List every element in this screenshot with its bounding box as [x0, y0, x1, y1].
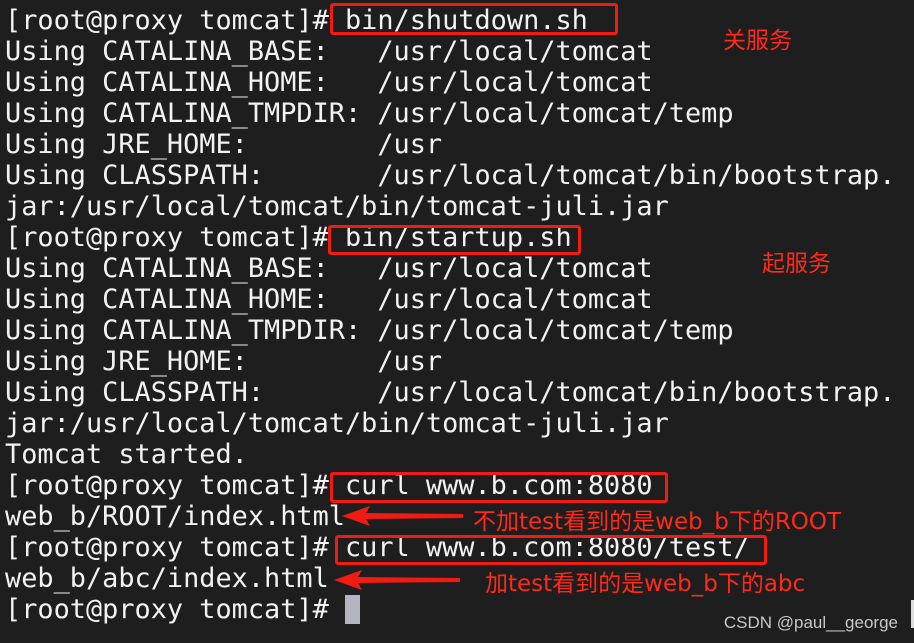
terminal-line: jar:/usr/local/tomcat/bin/tomcat-juli.ja…	[5, 408, 669, 439]
annotation-shutdown: 关服务	[723, 28, 792, 54]
watermark: CSDN @paul__george	[723, 613, 898, 632]
prompt: [root@proxy tomcat]#	[5, 594, 345, 625]
terminal-line: Tomcat started.	[5, 439, 248, 470]
arrow-left-icon	[334, 570, 460, 590]
cursor	[344, 595, 360, 624]
annotation-abc: 加test看到的是web_b下的abc	[485, 571, 806, 597]
annotation-root: 不加test看到的是web_b下的ROOT	[473, 509, 842, 535]
terminal-line: Using CLASSPATH: /usr/local/tomcat/bin/b…	[5, 160, 896, 191]
highlight-box-curl-root	[330, 472, 668, 503]
terminal-line: Using CLASSPATH: /usr/local/tomcat/bin/b…	[5, 377, 896, 408]
terminal-line: Using JRE_HOME: /usr	[5, 129, 443, 160]
terminal-line: Using CATALINA_TMPDIR: /usr/local/tomcat…	[5, 315, 734, 346]
terminal-line: Using JRE_HOME: /usr	[5, 346, 443, 377]
highlight-box-curl-test	[335, 535, 767, 565]
terminal-line: jar:/usr/local/tomcat/bin/tomcat-juli.ja…	[5, 191, 669, 222]
terminal-line: Using CATALINA_HOME: /usr/local/tomcat	[5, 284, 653, 315]
annotation-startup: 起服务	[762, 251, 831, 277]
terminal-line: Using CATALINA_HOME: /usr/local/tomcat	[5, 67, 653, 98]
highlight-box-shutdown	[330, 3, 618, 35]
highlight-box-startup	[328, 225, 581, 255]
arrow-left-icon	[342, 506, 463, 526]
terminal-line: Using CATALINA_TMPDIR: /usr/local/tomcat…	[5, 98, 734, 129]
